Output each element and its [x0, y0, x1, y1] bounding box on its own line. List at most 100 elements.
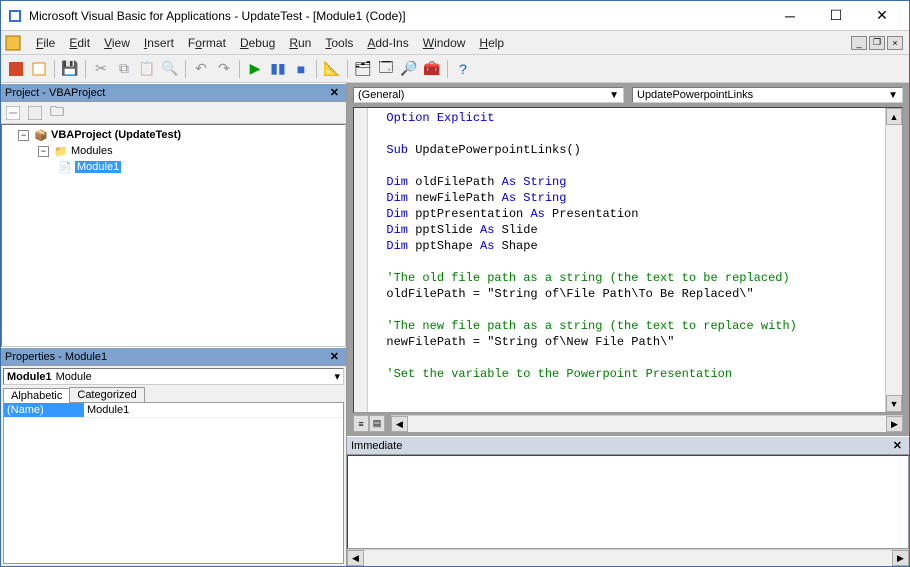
main-area: Project - VBAProject ✕ 🗀 − 📦 VBAProject … — [1, 83, 909, 566]
immediate-header: Immediate ✕ — [347, 436, 909, 455]
reset-button[interactable]: ■ — [290, 58, 312, 80]
chevron-down-icon[interactable]: ▾ — [334, 370, 340, 383]
code-margin — [354, 108, 368, 412]
menu-run[interactable]: Run — [282, 33, 318, 53]
code-selectors: (General) ▼ UpdatePowerpointLinks ▼ — [347, 83, 909, 107]
sep — [239, 60, 240, 78]
design-mode-button[interactable]: 📐 — [321, 58, 343, 80]
collapse-icon[interactable]: − — [38, 146, 49, 157]
sep — [85, 60, 86, 78]
menu-addins[interactable]: Add-Ins — [360, 33, 415, 53]
project-explorer-pane: Project - VBAProject ✕ 🗀 − 📦 VBAProject … — [1, 83, 346, 347]
scroll-left-button[interactable]: ◀ — [347, 550, 364, 566]
immediate-pane: Immediate ✕ ◀ ▶ — [347, 436, 909, 566]
horizontal-scrollbar[interactable]: ◀ ▶ — [391, 415, 903, 432]
object-dropdown[interactable]: (General) ▼ — [353, 87, 624, 103]
tab-alphabetic[interactable]: Alphabetic — [3, 388, 70, 403]
save-button[interactable]: 💾 — [59, 58, 81, 80]
procedure-dropdown[interactable]: UpdatePowerpointLinks ▼ — [632, 87, 903, 103]
properties-close[interactable]: ✕ — [327, 350, 342, 363]
close-button[interactable]: ✕ — [859, 2, 905, 30]
view-object-button[interactable] — [25, 103, 45, 123]
minimize-button[interactable]: ─ — [767, 2, 813, 30]
paste-button[interactable]: 📋 — [136, 58, 158, 80]
scroll-right-button[interactable]: ▶ — [892, 550, 909, 566]
scroll-track[interactable] — [408, 416, 886, 432]
scroll-track[interactable] — [886, 125, 902, 395]
tree-folder-modules[interactable]: − 📁 Modules — [4, 143, 343, 159]
scroll-track[interactable] — [364, 550, 892, 566]
menu-format[interactable]: Format — [181, 33, 233, 53]
toolbox-button[interactable]: 🧰 — [421, 58, 443, 80]
app-window: Microsoft Visual Basic for Applications … — [0, 0, 910, 567]
break-button[interactable]: ▮▮ — [267, 58, 289, 80]
menu-tools[interactable]: Tools — [318, 33, 360, 53]
toolbar: 💾 ✂ ⧉ 📋 🔍 ↶ ↷ ▶ ▮▮ ■ 📐 🗂 🗔 🔎 🧰 ? — [1, 55, 909, 83]
properties-pane: Properties - Module1 ✕ Module1 Module ▾ … — [1, 347, 346, 566]
cut-button[interactable]: ✂ — [90, 58, 112, 80]
redo-button[interactable]: ↷ — [213, 58, 235, 80]
code-body[interactable]: Option Explicit Sub UpdatePowerpointLink… — [368, 108, 885, 412]
find-button[interactable]: 🔍 — [159, 58, 181, 80]
project-explorer-close[interactable]: ✕ — [327, 86, 342, 99]
view-code-button[interactable] — [3, 103, 23, 123]
menu-view[interactable]: View — [97, 33, 137, 53]
mdi-minimize[interactable]: _ — [851, 36, 867, 50]
properties-window-button[interactable]: 🗔 — [375, 58, 397, 80]
toggle-folders-button[interactable]: 🗀 — [47, 103, 67, 123]
sep — [316, 60, 317, 78]
scroll-left-button[interactable]: ◀ — [391, 416, 408, 432]
sep — [54, 60, 55, 78]
project-icon: 📦 — [34, 128, 48, 142]
menu-debug[interactable]: Debug — [233, 33, 282, 53]
object-browser-button[interactable]: 🔎 — [398, 58, 420, 80]
menu-edit[interactable]: Edit — [62, 33, 97, 53]
sep — [185, 60, 186, 78]
menu-help[interactable]: Help — [472, 33, 511, 53]
left-column: Project - VBAProject ✕ 🗀 − 📦 VBAProject … — [1, 83, 347, 566]
project-explorer-toolbar: 🗀 — [1, 102, 346, 124]
menu-file[interactable]: File — [29, 33, 62, 53]
properties-object-selector[interactable]: Module1 Module ▾ — [3, 368, 344, 385]
copy-button[interactable]: ⧉ — [113, 58, 135, 80]
mdi-restore[interactable]: ❐ — [869, 36, 885, 50]
window-buttons: ─ ☐ ✕ — [767, 2, 905, 30]
window-title: Microsoft Visual Basic for Applications … — [29, 9, 767, 23]
immediate-body[interactable] — [347, 455, 909, 549]
chevron-down-icon: ▼ — [609, 90, 619, 101]
properties-grid[interactable]: (Name) Module1 — [3, 402, 344, 564]
maximize-button[interactable]: ☐ — [813, 2, 859, 30]
immediate-close[interactable]: ✕ — [890, 439, 905, 452]
project-explorer-header: Project - VBAProject ✕ — [1, 83, 346, 102]
vertical-scrollbar[interactable]: ▲ ▼ — [885, 108, 902, 412]
menu-window[interactable]: Window — [416, 33, 473, 53]
scroll-right-button[interactable]: ▶ — [886, 416, 903, 432]
tab-categorized[interactable]: Categorized — [69, 387, 144, 402]
collapse-icon[interactable]: − — [18, 130, 29, 141]
folder-icon: 📁 — [54, 144, 68, 158]
tree-module1[interactable]: 📄 Module1 — [4, 159, 343, 175]
view-powerpoint-button[interactable] — [5, 58, 27, 80]
procedure-view-button[interactable]: ≡ — [353, 415, 369, 432]
project-tree[interactable]: − 📦 VBAProject (UpdateTest) − 📁 Modules … — [1, 124, 346, 347]
immediate-hscroll[interactable]: ◀ ▶ — [347, 549, 909, 566]
project-explorer-button[interactable]: 🗂 — [352, 58, 374, 80]
full-module-view-button[interactable]: ▤ — [369, 415, 385, 432]
run-button[interactable]: ▶ — [244, 58, 266, 80]
scroll-up-button[interactable]: ▲ — [886, 108, 902, 125]
properties-tabs: Alphabetic Categorized — [1, 387, 346, 402]
help-button[interactable]: ? — [452, 58, 474, 80]
vba-app-icon — [7, 8, 23, 24]
module-icon: 📄 — [58, 160, 72, 174]
scroll-down-button[interactable]: ▼ — [886, 395, 902, 412]
view-toggles: ≡ ▤ — [353, 415, 385, 436]
code-editor[interactable]: Option Explicit Sub UpdatePowerpointLink… — [353, 107, 903, 413]
menu-insert[interactable]: Insert — [137, 33, 181, 53]
insert-dropdown[interactable] — [28, 58, 50, 80]
menubar: File Edit View Insert Format Debug Run T… — [1, 31, 909, 55]
property-value[interactable]: Module1 — [84, 403, 343, 417]
tree-project-root[interactable]: − 📦 VBAProject (UpdateTest) — [4, 127, 343, 143]
undo-button[interactable]: ↶ — [190, 58, 212, 80]
property-row[interactable]: (Name) Module1 — [4, 403, 343, 418]
mdi-close[interactable]: × — [887, 36, 903, 50]
